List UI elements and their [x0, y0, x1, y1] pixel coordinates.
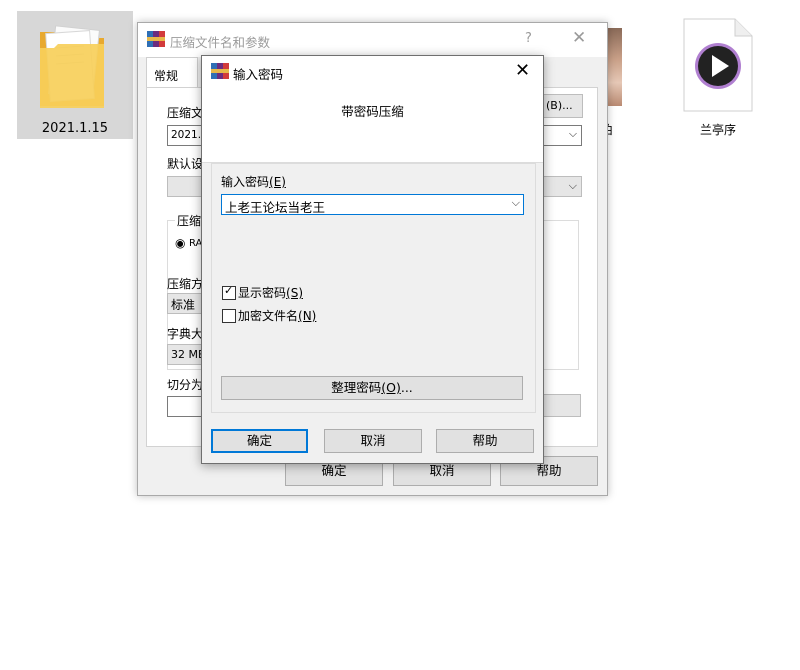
front-dialog-title: 输入密码	[233, 67, 284, 82]
chevron-down-icon[interactable]: ⌵	[512, 196, 520, 210]
browse-button[interactable]: (B)...	[539, 94, 583, 118]
front-header: 带密码压缩	[202, 86, 543, 162]
help-button[interactable]: 帮助	[436, 429, 534, 453]
cancel-button[interactable]: 取消	[324, 429, 422, 453]
folder-label[interactable]: 2021.1.15	[17, 121, 133, 136]
default-profile-label: 默认设	[167, 157, 204, 171]
ok-button[interactable]: 确定	[211, 429, 308, 453]
check-icon: ✓	[224, 284, 234, 297]
chevron-down-icon[interactable]: ⌵	[569, 128, 577, 141]
help-icon[interactable]: ?	[525, 31, 532, 46]
show-password-label[interactable]: 显示密码(S)	[238, 284, 303, 301]
format-radio[interactable]: ◉	[175, 236, 185, 250]
dict-label: 字典大	[167, 327, 204, 341]
password-value: 上老王论坛当老王	[225, 200, 326, 215]
chevron-down-icon[interactable]: ⌵	[569, 179, 577, 193]
encrypt-names-checkbox[interactable]	[222, 309, 236, 323]
close-icon[interactable]: ✕	[572, 28, 586, 48]
password-label: 输入密码(E)	[221, 175, 286, 189]
front-title-bar: 输入密码 ✕	[202, 56, 543, 86]
media-file-label[interactable]: 兰亭序	[676, 121, 760, 138]
tab-general-label: 常规	[154, 69, 179, 83]
folder-icon[interactable]	[38, 18, 108, 114]
encrypt-names-label[interactable]: 加密文件名(N)	[238, 307, 316, 324]
front-heading: 带密码压缩	[341, 104, 404, 119]
media-file-icon[interactable]	[683, 18, 753, 112]
password-input[interactable]: 上老王论坛当老王 ⌵	[221, 194, 524, 215]
method-value: 标准	[171, 298, 196, 312]
set-password-button-peek[interactable]	[539, 394, 581, 417]
winrar-icon	[211, 63, 229, 79]
method-label: 压缩方	[167, 277, 204, 291]
winrar-icon	[147, 31, 165, 47]
organize-passwords-button[interactable]: 整理密码(O)...	[221, 376, 523, 400]
show-password-checkbox[interactable]: ✓	[222, 284, 236, 300]
tab-general[interactable]: 常规	[146, 57, 198, 88]
close-icon[interactable]: ✕	[515, 60, 530, 81]
format-group-label: 压缩	[175, 212, 204, 229]
back-title-bar: 压缩文件名和参数 ? ✕	[138, 23, 607, 57]
split-label: 切分为	[167, 378, 204, 392]
archive-name-label: 压缩文	[167, 106, 204, 120]
back-dialog-title: 压缩文件名和参数	[170, 35, 271, 50]
enter-password-dialog: 输入密码 ✕ 带密码压缩 输入密码(E) 上老王论坛当老王 ⌵ ✓ 显示密码(S…	[201, 55, 544, 464]
browse-button-label: (B)...	[546, 99, 573, 112]
